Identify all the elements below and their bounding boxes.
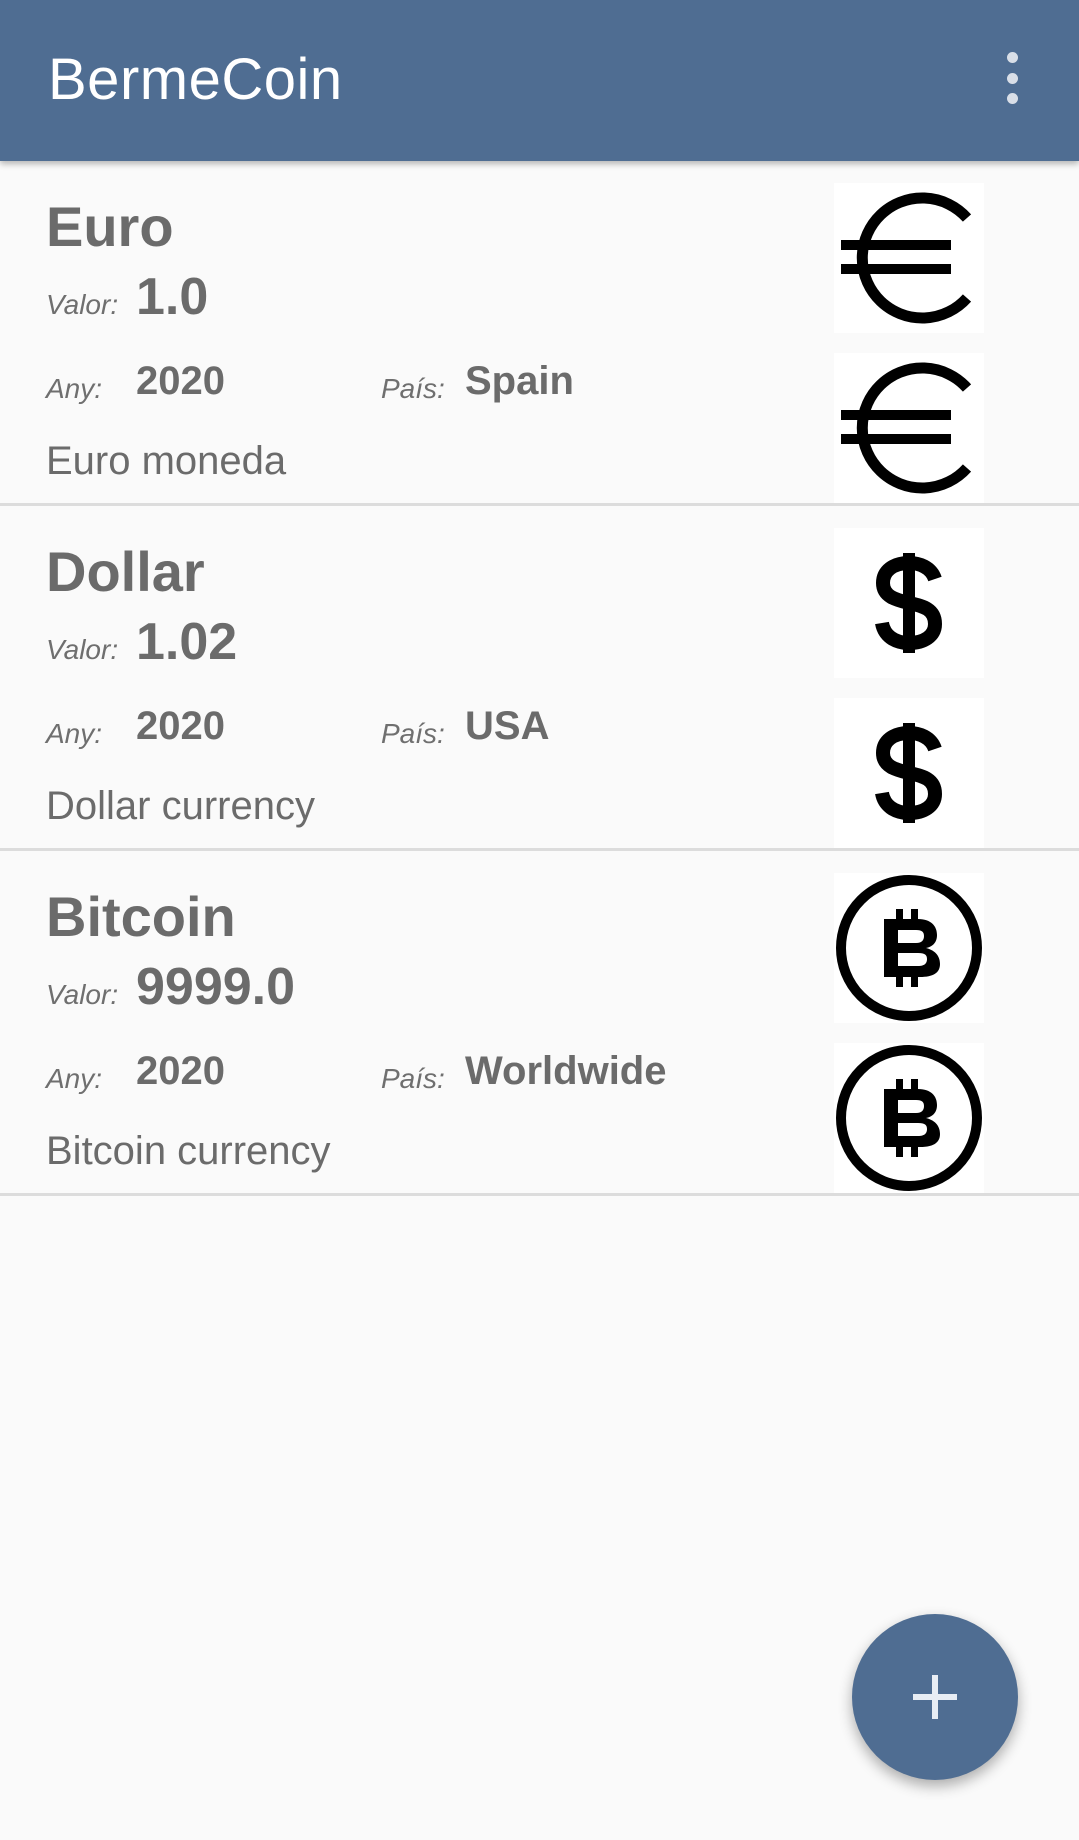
bitcoin-icon bbox=[834, 1043, 984, 1193]
coin-list: Euro Valor: 1.0 Any: 2020 País: Spain Eu… bbox=[0, 161, 1079, 1196]
any-value: 2020 bbox=[136, 359, 225, 403]
add-coin-button[interactable] bbox=[852, 1614, 1018, 1780]
valor-value: 9999.0 bbox=[136, 958, 296, 1016]
pais-label: País: bbox=[381, 1063, 445, 1094]
app-title: BermeCoin bbox=[48, 47, 343, 112]
dollar-icon bbox=[834, 528, 984, 678]
coin-name: Bitcoin bbox=[46, 885, 236, 948]
pais-label: País: bbox=[381, 373, 445, 404]
valor-value: 1.0 bbox=[136, 268, 209, 326]
valor-value: 1.02 bbox=[136, 613, 238, 671]
pais-label: País: bbox=[381, 718, 445, 749]
coin-name: Euro bbox=[46, 195, 174, 258]
valor-label: Valor: bbox=[46, 289, 119, 320]
coin-name: Dollar bbox=[46, 540, 205, 603]
coin-description: Dollar currency bbox=[46, 784, 315, 828]
more-vert-icon[interactable] bbox=[990, 48, 1034, 108]
coin-row-dollar[interactable]: Dollar Valor: 1.02 Any: 2020 País: USA D… bbox=[0, 506, 1079, 851]
dollar-icon bbox=[834, 698, 984, 848]
any-value: 2020 bbox=[136, 704, 225, 748]
coin-description: Euro moneda bbox=[46, 439, 287, 483]
valor-label: Valor: bbox=[46, 979, 119, 1010]
valor-label: Valor: bbox=[46, 634, 119, 665]
euro-icon bbox=[834, 183, 984, 333]
coin-row-euro[interactable]: Euro Valor: 1.0 Any: 2020 País: Spain Eu… bbox=[0, 161, 1079, 506]
pais-value: USA bbox=[465, 704, 550, 748]
plus-icon bbox=[913, 1675, 957, 1719]
pais-value: Spain bbox=[465, 359, 574, 403]
euro-icon bbox=[834, 353, 984, 503]
any-value: 2020 bbox=[136, 1049, 225, 1093]
pais-value: Worldwide bbox=[465, 1049, 667, 1093]
any-label: Any: bbox=[46, 718, 103, 749]
any-label: Any: bbox=[46, 373, 103, 404]
coin-description: Bitcoin currency bbox=[46, 1129, 331, 1173]
coin-row-bitcoin[interactable]: Bitcoin Valor: 9999.0 Any: 2020 País: Wo… bbox=[0, 851, 1079, 1196]
bitcoin-icon bbox=[834, 873, 984, 1023]
any-label: Any: bbox=[46, 1063, 103, 1094]
app-bar: BermeCoin bbox=[0, 0, 1079, 161]
